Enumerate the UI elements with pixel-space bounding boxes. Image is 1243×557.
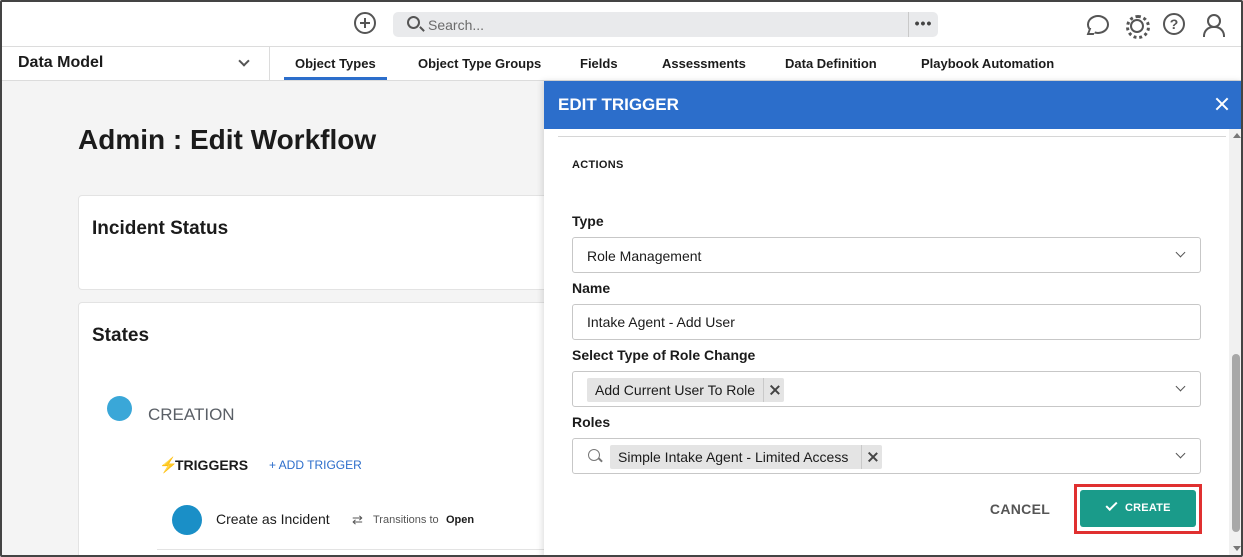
trigger-name[interactable]: Create as Incident bbox=[216, 511, 330, 527]
tab-object-types[interactable]: Object Types bbox=[284, 56, 387, 80]
edit-trigger-modal: EDIT TRIGGER ACTIONS Type Role Managemen… bbox=[544, 81, 1241, 555]
help-icon[interactable]: ? bbox=[1163, 13, 1185, 35]
transition-target: Open bbox=[446, 514, 475, 526]
incident-status-card: Incident Status bbox=[78, 195, 598, 290]
data-model-label: Data Model bbox=[18, 54, 104, 71]
state-name: CREATION bbox=[148, 405, 235, 424]
tab-object-type-groups[interactable]: Object Type Groups bbox=[418, 56, 541, 71]
scroll-up-icon[interactable] bbox=[1233, 133, 1241, 138]
search-icon bbox=[588, 449, 600, 461]
divider bbox=[558, 136, 1226, 137]
type-select[interactable]: Role Management bbox=[572, 237, 1201, 273]
transition-icon: ⇄ bbox=[352, 512, 363, 527]
tab-playbook-automation[interactable]: Playbook Automation bbox=[921, 56, 1054, 71]
state-dot bbox=[107, 396, 132, 421]
scroll-down-icon[interactable] bbox=[1233, 546, 1241, 551]
roles-label: Roles bbox=[572, 414, 611, 430]
remove-tag-icon[interactable] bbox=[861, 445, 882, 469]
divider bbox=[157, 549, 597, 550]
type-label: Type bbox=[572, 213, 604, 229]
tab-fields[interactable]: Fields bbox=[580, 56, 618, 71]
name-label: Name bbox=[572, 280, 611, 296]
modal-body: ACTIONS Type Role Management Name Select… bbox=[544, 129, 1229, 555]
incident-status-title: Incident Status bbox=[92, 218, 229, 239]
type-value: Role Management bbox=[587, 248, 702, 264]
actions-section-label: ACTIONS bbox=[572, 159, 624, 171]
close-icon[interactable] bbox=[1213, 95, 1231, 113]
plus-circle-icon[interactable] bbox=[354, 12, 376, 34]
user-icon[interactable] bbox=[1201, 13, 1225, 37]
gear-icon[interactable] bbox=[1124, 13, 1150, 39]
search-icon bbox=[407, 16, 420, 29]
scrollbar-thumb[interactable] bbox=[1232, 354, 1240, 532]
add-trigger-link[interactable]: + ADD TRIGGER bbox=[269, 458, 362, 472]
role-change-tag-label: Add Current User To Role bbox=[595, 382, 756, 398]
chevron-down-icon bbox=[1175, 448, 1186, 459]
chevron-down-icon bbox=[238, 55, 250, 67]
states-title: States bbox=[92, 325, 150, 346]
triggers-label: TRIGGERS bbox=[175, 457, 249, 473]
sub-navigation: Data Model Object Types Object Type Grou… bbox=[2, 47, 1241, 81]
search-input[interactable] bbox=[428, 12, 898, 37]
cancel-button[interactable]: CANCEL bbox=[985, 497, 1055, 521]
transition-text: Transitions to bbox=[373, 514, 439, 526]
create-button[interactable]: CREATE bbox=[1080, 490, 1196, 527]
tab-data-definition[interactable]: Data Definition bbox=[785, 56, 877, 71]
create-label: CREATE bbox=[1125, 502, 1171, 514]
role-change-select[interactable]: Add Current User To Role bbox=[572, 371, 1201, 407]
name-field[interactable] bbox=[572, 304, 1201, 340]
app-window: ••• ? Data Model Object Types Object Typ… bbox=[0, 0, 1243, 557]
page-title: Admin : Edit Workflow bbox=[78, 124, 377, 155]
check-icon bbox=[1105, 498, 1118, 512]
modal-title: EDIT TRIGGER bbox=[558, 95, 679, 114]
chevron-down-icon bbox=[1175, 381, 1186, 392]
roles-tag: Simple Intake Agent - Limited Access bbox=[610, 445, 882, 469]
modal-scrollbar[interactable] bbox=[1229, 129, 1241, 555]
data-model-dropdown[interactable]: Data Model bbox=[2, 47, 270, 81]
role-change-label: Select Type of Role Change bbox=[572, 347, 756, 363]
chevron-down-icon bbox=[1175, 247, 1186, 258]
roles-select[interactable]: Simple Intake Agent - Limited Access bbox=[572, 438, 1201, 474]
chat-icon[interactable] bbox=[1086, 13, 1109, 35]
remove-tag-icon[interactable] bbox=[763, 378, 784, 402]
tab-assessments[interactable]: Assessments bbox=[662, 56, 746, 71]
more-options-button[interactable]: ••• bbox=[908, 12, 938, 37]
role-change-tag: Add Current User To Role bbox=[587, 378, 784, 402]
states-card: States CREATION ⚡ TRIGGERS + ADD TRIGGER… bbox=[78, 302, 598, 555]
search-bar[interactable]: ••• bbox=[393, 12, 938, 37]
top-bar: ••• ? bbox=[2, 2, 1241, 47]
name-input[interactable] bbox=[587, 305, 1187, 339]
modal-header: EDIT TRIGGER bbox=[544, 81, 1241, 129]
roles-tag-label: Simple Intake Agent - Limited Access bbox=[618, 449, 849, 465]
trigger-dot bbox=[172, 505, 202, 535]
